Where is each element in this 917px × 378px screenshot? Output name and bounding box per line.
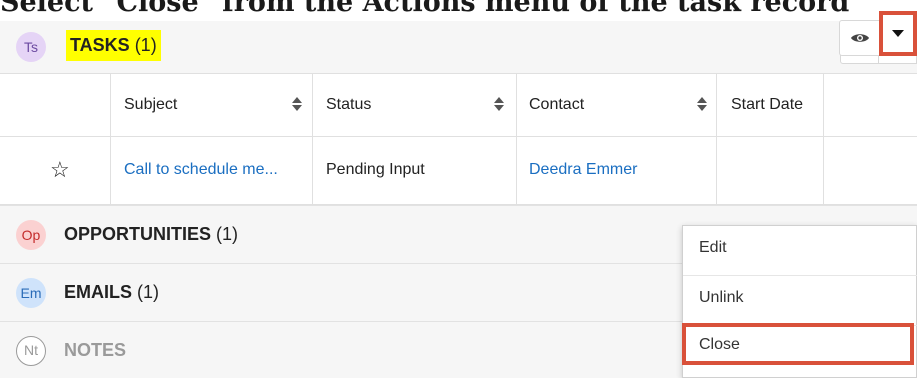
preview-button[interactable]	[840, 21, 880, 55]
row-actions-dropdown-button[interactable]	[879, 11, 917, 56]
opportunities-subpanel-title[interactable]: OPPORTUNITIES (1)	[64, 224, 238, 245]
star-outline-icon[interactable]: ☆	[50, 157, 70, 183]
row-actions-menu: Edit Unlink Close	[682, 225, 917, 378]
opportunities-module-badge: Op	[16, 220, 46, 250]
column-header-subject: Subject	[124, 96, 178, 113]
tasks-table-header: Subject Status Contact Start Date	[0, 73, 917, 137]
sort-icon[interactable]	[494, 95, 504, 113]
menu-item-label: Unlink	[699, 289, 744, 306]
menu-item-unlink[interactable]: Unlink	[683, 276, 917, 326]
tasks-subpanel-title[interactable]: TASKS (1)	[66, 30, 161, 61]
start-date-cell	[717, 137, 824, 204]
header-cell-favorite	[0, 74, 111, 136]
tasks-subpanel-header[interactable]: Ts TASKS (1) +	[0, 21, 917, 73]
menu-item-label: Edit	[699, 239, 727, 256]
menu-item-edit[interactable]: Edit	[683, 226, 917, 276]
notes-module-badge: Nt	[16, 336, 46, 366]
tasks-module-badge: Ts	[16, 32, 46, 62]
emails-count: (1)	[137, 282, 160, 302]
notes-title: NOTES	[64, 340, 127, 360]
status-cell: Pending Input	[313, 137, 517, 204]
opportunities-count: (1)	[216, 224, 239, 244]
contact-cell: Deedra Emmer	[517, 137, 717, 204]
caret-down-icon	[892, 30, 904, 37]
tasks-count: (1)	[134, 35, 157, 55]
sort-icon[interactable]	[292, 95, 302, 113]
contact-link[interactable]: Deedra Emmer	[529, 161, 637, 179]
notes-subpanel-title[interactable]: NOTES	[64, 340, 126, 361]
favorite-cell: ☆	[0, 137, 111, 204]
tasks-title: TASKS	[70, 35, 130, 55]
header-cell-status[interactable]: Status	[313, 74, 517, 136]
opportunities-title: OPPORTUNITIES	[64, 224, 212, 244]
instruction-caption: Select "Close" from the Actions menu of …	[0, 0, 850, 18]
menu-item-close[interactable]: Close	[682, 323, 914, 365]
column-header-status: Status	[326, 96, 372, 113]
column-header-start-date: Start Date	[731, 96, 804, 113]
emails-title: EMAILS	[64, 282, 133, 302]
emails-subpanel-title[interactable]: EMAILS (1)	[64, 282, 159, 303]
eye-icon	[851, 34, 869, 42]
task-status: Pending Input	[326, 161, 425, 178]
header-cell-contact[interactable]: Contact	[517, 74, 717, 136]
table-row: ☆ Call to schedule me... Pending Input D…	[0, 137, 917, 205]
sort-icon[interactable]	[697, 95, 707, 113]
emails-module-badge: Em	[16, 278, 46, 308]
column-header-contact: Contact	[529, 96, 585, 113]
menu-item-label: Close	[699, 336, 740, 353]
header-cell-start-date[interactable]: Start Date	[717, 74, 824, 136]
task-subject-link[interactable]: Call to schedule me...	[124, 161, 278, 179]
subject-cell: Call to schedule me...	[111, 137, 313, 204]
header-cell-subject[interactable]: Subject	[111, 74, 313, 136]
